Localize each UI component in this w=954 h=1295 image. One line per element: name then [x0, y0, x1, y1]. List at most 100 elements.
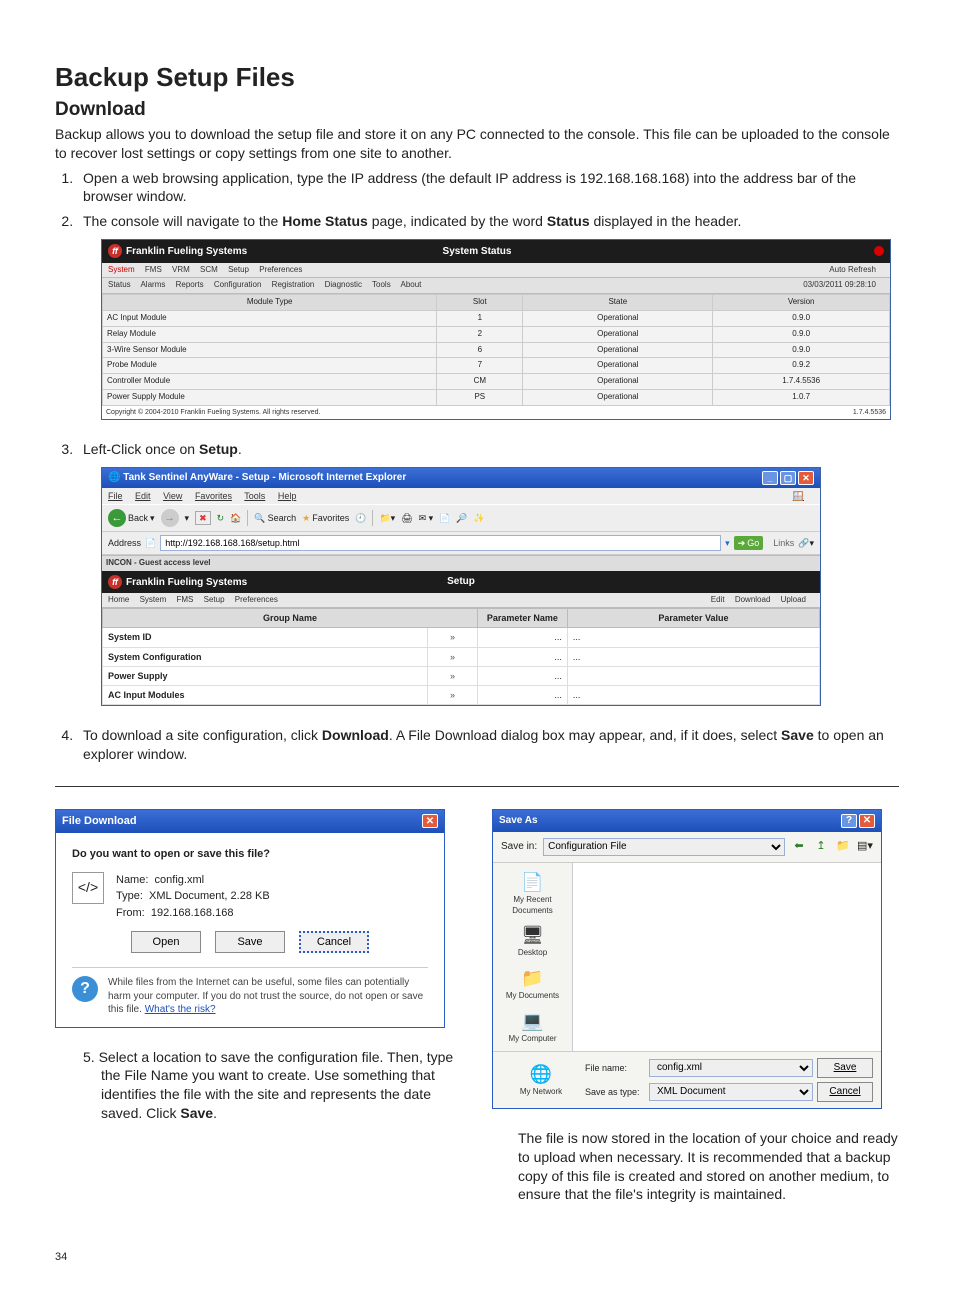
risk-link[interactable]: What's the risk? [145, 1004, 216, 1015]
stop-icon[interactable]: ✖ [195, 511, 211, 525]
toolbar-icon[interactable]: ✉ ▾ [419, 512, 434, 524]
tab-setup[interactable]: Setup [228, 265, 249, 274]
sidebar-item-documents[interactable]: 📁My Documents [506, 965, 559, 1002]
go-button[interactable]: ➔ Go [734, 536, 764, 550]
table-row[interactable]: System Configuration»...... [103, 647, 820, 666]
col-header: Parameter Value [567, 609, 819, 628]
menu-item[interactable]: View [163, 491, 182, 501]
header-center: System Status [443, 245, 512, 259]
tab-system[interactable]: System [140, 595, 167, 604]
back-button[interactable]: ←Back ▾ [108, 509, 155, 527]
subtab[interactable]: Diagnostic [325, 280, 362, 289]
table-row: Controller ModuleCMOperational1.7.4.5536 [103, 374, 890, 390]
tab-preferences[interactable]: Preferences [259, 265, 302, 274]
subtab[interactable]: Reports [176, 280, 204, 289]
menu-item[interactable]: File [108, 491, 123, 501]
table-row[interactable]: AC Input Modules»...... [103, 685, 820, 704]
sidebar-item-recent[interactable]: 📄My Recent Documents [495, 869, 570, 917]
subtab[interactable]: Status [108, 280, 131, 289]
auto-refresh-label[interactable]: Auto Refresh [829, 265, 876, 274]
new-folder-icon[interactable]: 📁 [835, 839, 851, 855]
cancel-button[interactable]: Cancel [817, 1082, 873, 1102]
links-icon[interactable]: 🔗▾ [798, 537, 814, 549]
close-icon[interactable]: ✕ [422, 814, 438, 828]
favorites-button[interactable]: ★Favorites [302, 512, 349, 524]
cancel-button[interactable]: Cancel [299, 931, 369, 953]
table-row[interactable]: System ID»...... [103, 628, 820, 647]
close-icon[interactable]: ✕ [798, 471, 814, 485]
menu-bar[interactable]: File Edit View Favorites Tools Help 🪟 [102, 488, 820, 504]
toolbar-icon[interactable]: 📁▾ [379, 512, 395, 524]
t: Home Status [282, 213, 368, 229]
figure-ie-setup: 🌐 Tank Sentinel AnyWare - Setup - Micros… [101, 467, 899, 706]
save-in-select[interactable]: Configuration File [543, 838, 785, 856]
subtab[interactable]: Configuration [214, 280, 262, 289]
t: . A File Download dialog box may appear,… [389, 727, 781, 743]
toolbar-icon[interactable]: 🖨 [401, 512, 412, 524]
tab-home[interactable]: Home [108, 595, 129, 604]
label: From: [116, 907, 145, 919]
home-icon[interactable]: 🏠 [230, 512, 241, 524]
action-download[interactable]: Download [735, 595, 771, 604]
toolbar-icon[interactable]: ✨ [474, 512, 485, 524]
tab-vrm[interactable]: VRM [172, 265, 190, 274]
table-row[interactable]: Power Supply»... [103, 666, 820, 685]
menu-item[interactable]: Edit [135, 491, 151, 501]
value: XML Document, 2.28 KB [149, 890, 270, 902]
history-icon[interactable]: 🕘 [355, 512, 366, 524]
filename-input[interactable]: config.xml [649, 1059, 813, 1077]
save-type-label: Save as type: [585, 1086, 645, 1098]
forward-button[interactable]: → [161, 509, 179, 527]
views-icon[interactable]: ▤▾ [857, 839, 873, 855]
open-button[interactable]: Open [131, 931, 201, 953]
save-type-select[interactable]: XML Document [649, 1083, 813, 1101]
action-upload[interactable]: Upload [781, 595, 806, 604]
toolbar-icon[interactable]: 📄 [439, 512, 450, 524]
subtab[interactable]: Tools [372, 280, 391, 289]
save-in-label: Save in: [501, 840, 537, 854]
subtab[interactable]: Alarms [140, 280, 165, 289]
table-row: 3-Wire Sensor Module6Operational0.9.0 [103, 342, 890, 358]
up-icon[interactable]: ↥ [813, 839, 829, 855]
value: 192.168.168.168 [151, 907, 234, 919]
refresh-icon[interactable]: ↻ [217, 512, 225, 524]
step-4: To download a site configuration, click … [77, 726, 899, 764]
dialog-title: Save As [499, 814, 538, 828]
t: Left-Click once on [83, 441, 199, 457]
sidebar-item-computer[interactable]: 💻My Computer [508, 1008, 556, 1045]
tab-system[interactable]: System [108, 265, 135, 274]
menu-item[interactable]: Favorites [195, 491, 232, 501]
back-icon[interactable]: ⬅ [791, 839, 807, 855]
access-level: INCON - Guest access level [102, 555, 820, 571]
action-edit[interactable]: Edit [711, 595, 725, 604]
menu-item[interactable]: Tools [244, 491, 265, 501]
subtab[interactable]: Registration [272, 280, 315, 289]
sidebar-item-desktop[interactable]: 🖥Desktop [518, 922, 548, 959]
tab-preferences[interactable]: Preferences [235, 595, 278, 604]
status-table: Module Type Slot State Version AC Input … [102, 294, 890, 406]
maximize-icon[interactable]: ▢ [780, 471, 796, 485]
sidebar-item-network[interactable]: 🌐My Network [501, 1061, 581, 1098]
address-input[interactable] [160, 535, 721, 551]
file-type-icon: </> [72, 872, 104, 904]
tab-scm[interactable]: SCM [200, 265, 218, 274]
links-label[interactable]: Links [773, 537, 794, 549]
save-as-dialog: Save As ? ✕ Save in: Configuration File … [492, 809, 882, 1109]
help-icon[interactable]: ? [841, 814, 857, 828]
save-button[interactable]: Save [817, 1058, 873, 1078]
minimize-icon[interactable]: _ [762, 471, 778, 485]
tab-fms[interactable]: FMS [145, 265, 162, 274]
file-list-area[interactable] [573, 863, 881, 1051]
toolbar-icon[interactable]: 🔎 [456, 512, 467, 524]
search-button[interactable]: 🔍Search [254, 512, 296, 524]
save-button[interactable]: Save [215, 931, 285, 953]
close-icon[interactable]: ✕ [859, 814, 875, 828]
page-icon: 📄 [145, 537, 156, 549]
menu-item[interactable]: Help [278, 491, 297, 501]
ie-icon: 🌐 [108, 472, 120, 483]
info-icon: ? [72, 976, 98, 1002]
brand-text: Franklin Fueling Systems [126, 577, 247, 588]
subtab[interactable]: About [401, 280, 422, 289]
tab-fms[interactable]: FMS [176, 595, 193, 604]
tab-setup[interactable]: Setup [204, 595, 225, 604]
